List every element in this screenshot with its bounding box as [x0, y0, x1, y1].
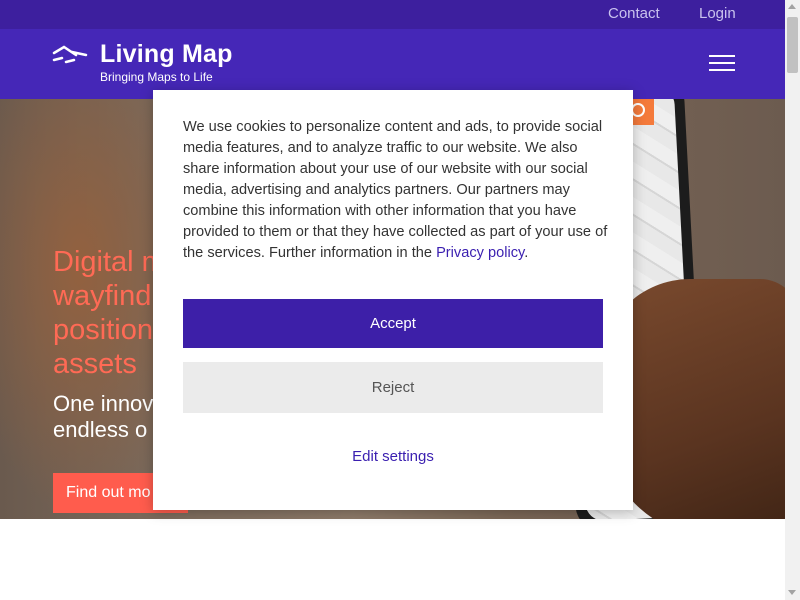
cookie-consent-text: We use cookies to personalize content an…: [183, 117, 608, 264]
edit-settings-button[interactable]: Edit settings: [183, 442, 603, 472]
scroll-up-arrow-icon[interactable]: [788, 4, 796, 9]
privacy-policy-link[interactable]: Privacy policy: [436, 245, 524, 261]
accept-button[interactable]: Accept: [183, 299, 603, 348]
page-scrollbar[interactable]: [785, 0, 800, 600]
reject-button[interactable]: Reject: [183, 362, 603, 413]
scroll-down-arrow-icon[interactable]: [788, 590, 796, 595]
cookie-consent-dialog: We use cookies to personalize content an…: [153, 90, 633, 510]
hamburger-icon[interactable]: [709, 55, 735, 73]
top-utility-bar: Contact Login: [0, 0, 785, 29]
cookie-description: We use cookies to personalize content an…: [183, 119, 608, 261]
contact-link[interactable]: Contact: [608, 5, 660, 22]
logo-mark-icon: [52, 45, 88, 64]
logo-tagline: Bringing Maps to Life: [100, 70, 213, 84]
site-header: Living Map Bringing Maps to Life: [0, 29, 785, 99]
login-link[interactable]: Login: [699, 5, 736, 22]
logo-title[interactable]: Living Map: [100, 40, 233, 69]
scroll-thumb[interactable]: [787, 17, 798, 73]
cookie-text-end: .: [524, 245, 529, 261]
